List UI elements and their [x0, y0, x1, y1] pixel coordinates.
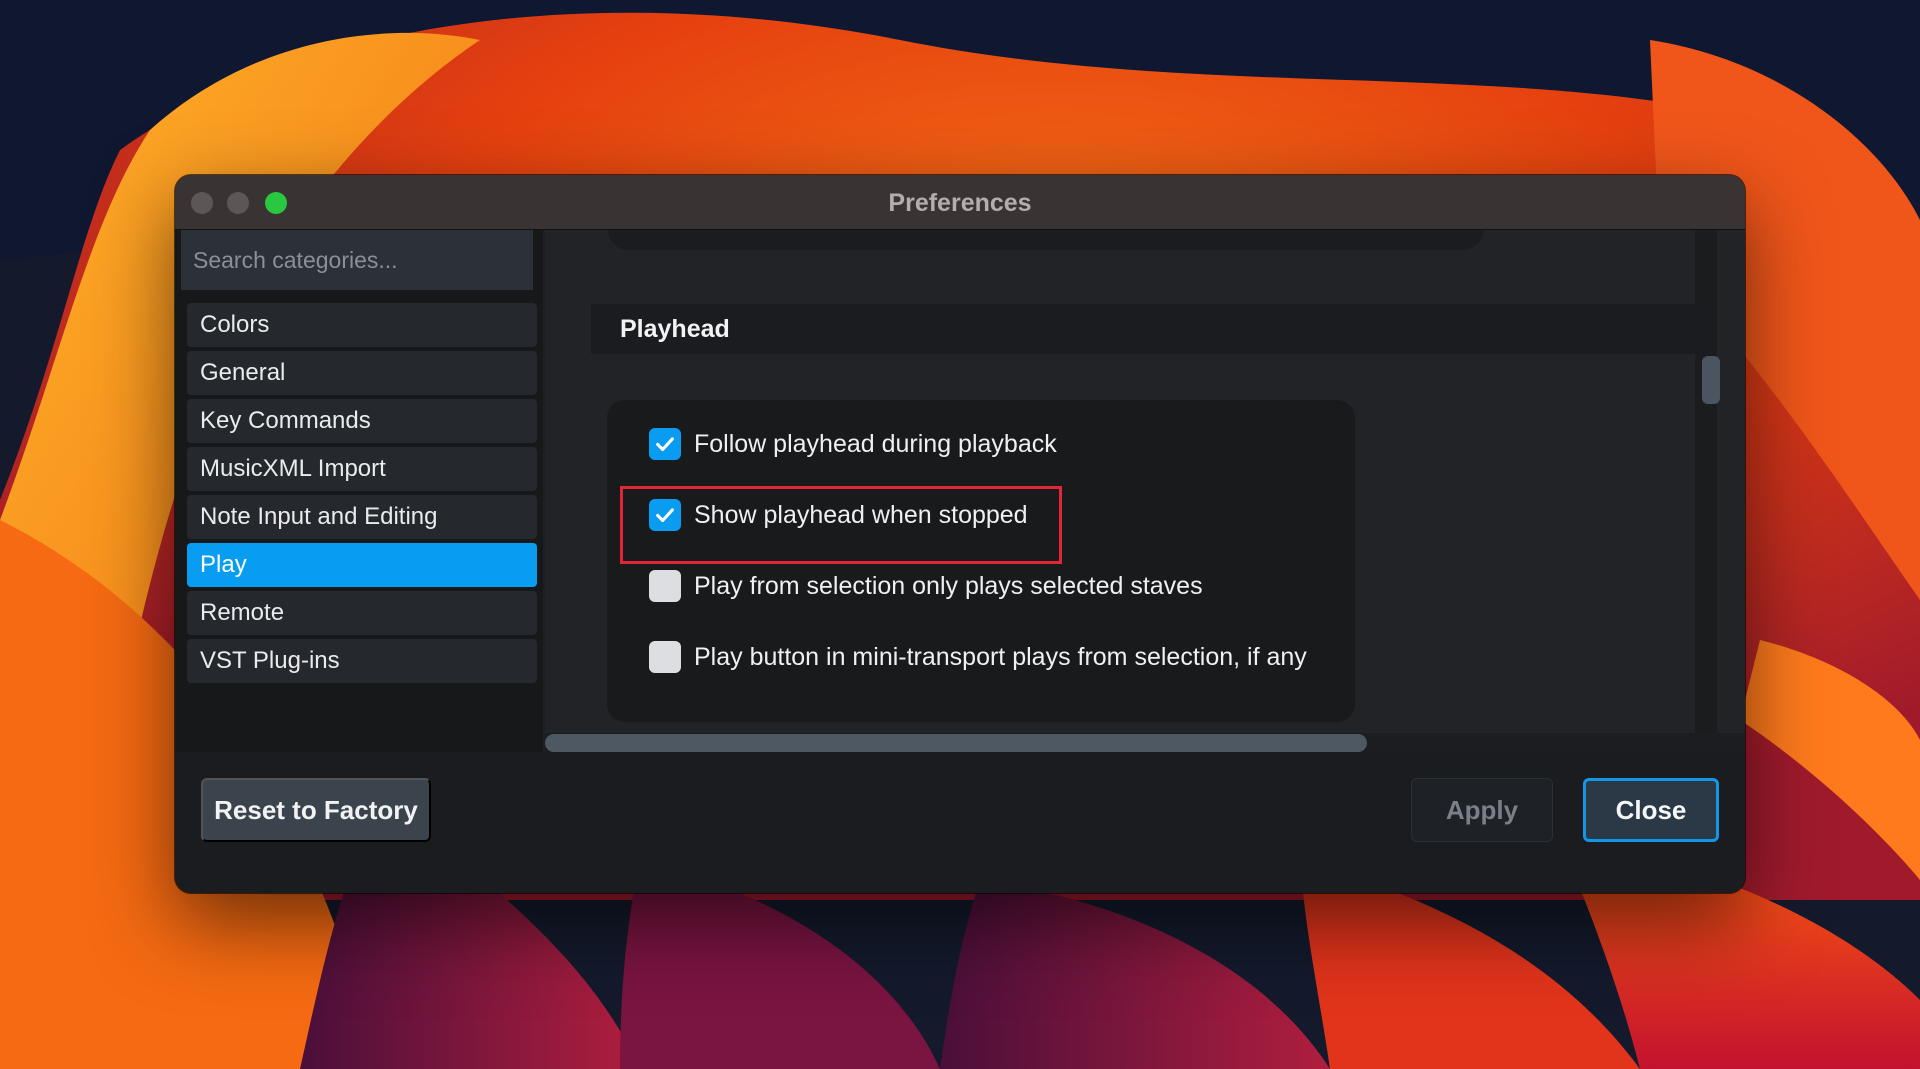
sidebar-item-colors[interactable]: Colors	[187, 303, 537, 347]
playhead-options-card: Follow playhead during playback Show pla…	[607, 400, 1355, 722]
search-categories-input[interactable]	[181, 230, 533, 290]
follow-playhead-label: Follow playhead during playback	[694, 429, 1057, 458]
option-play-selected-staves[interactable]: Play from selection only plays selected …	[649, 568, 1203, 604]
close-button[interactable]: Close	[1583, 778, 1719, 842]
sidebar-item-vst-plug-ins[interactable]: VST Plug-ins	[187, 639, 537, 683]
window-title: Preferences	[888, 189, 1032, 217]
option-follow-playhead[interactable]: Follow playhead during playback	[649, 426, 1057, 462]
preferences-content-panel: Playhead Follow playhead during playback…	[545, 230, 1745, 752]
vertical-scrollbar-thumb[interactable]	[1702, 356, 1720, 404]
show-playhead-label: Show playhead when stopped	[694, 500, 1028, 529]
sidebar-item-general[interactable]: General	[187, 351, 537, 395]
preferences-window: Preferences Colors General Key Commands …	[175, 175, 1745, 893]
option-mini-transport-from-selection[interactable]: Play button in mini-transport plays from…	[649, 639, 1307, 675]
sidebar-item-note-input-and-editing[interactable]: Note Input and Editing	[187, 495, 537, 539]
mini-transport-checkbox[interactable]	[649, 641, 681, 673]
reset-to-factory-button[interactable]: Reset to Factory	[201, 778, 431, 842]
title-bar[interactable]: Preferences	[175, 175, 1745, 230]
checkmark-icon	[656, 437, 674, 452]
follow-playhead-checkbox[interactable]	[649, 428, 681, 460]
category-list: Colors General Key Commands MusicXML Imp…	[187, 303, 537, 687]
show-playhead-checkbox[interactable]	[649, 499, 681, 531]
horizontal-scrollbar-thumb[interactable]	[545, 734, 1367, 752]
checkmark-icon	[656, 508, 674, 523]
option-show-playhead-when-stopped[interactable]: Show playhead when stopped	[649, 497, 1028, 533]
section-title-playhead: Playhead	[591, 304, 1711, 354]
play-selected-staves-checkbox[interactable]	[649, 570, 681, 602]
sidebar-item-play[interactable]: Play	[187, 543, 537, 587]
previous-section-card	[608, 230, 1483, 250]
apply-button[interactable]: Apply	[1411, 778, 1553, 842]
category-sidebar: Colors General Key Commands MusicXML Imp…	[175, 230, 543, 752]
sidebar-item-remote[interactable]: Remote	[187, 591, 537, 635]
dialog-footer: Reset to Factory Apply Close	[175, 752, 1745, 893]
sidebar-item-musicxml-import[interactable]: MusicXML Import	[187, 447, 537, 491]
play-selected-staves-label: Play from selection only plays selected …	[694, 571, 1203, 600]
mini-transport-label: Play button in mini-transport plays from…	[694, 642, 1307, 671]
sidebar-item-key-commands[interactable]: Key Commands	[187, 399, 537, 443]
